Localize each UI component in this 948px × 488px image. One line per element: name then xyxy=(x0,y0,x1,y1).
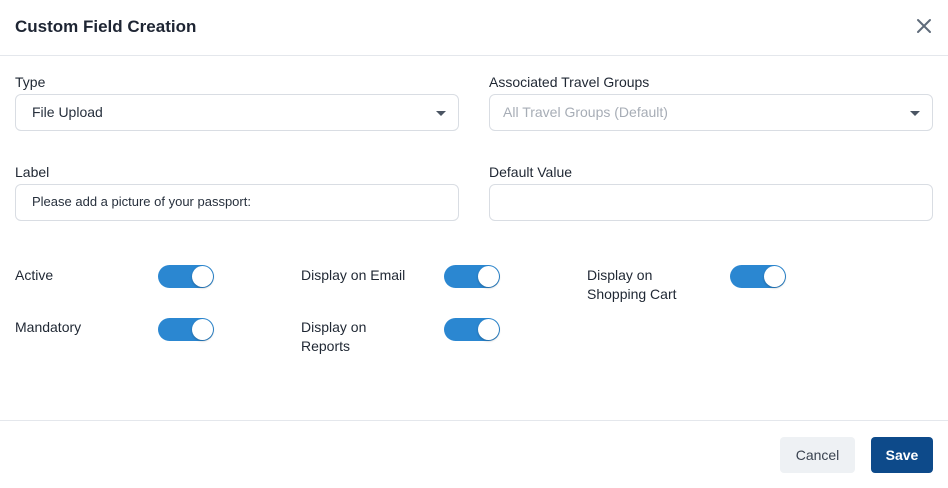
label-input-value: Please add a picture of your passport: xyxy=(32,194,251,209)
toggle-knob xyxy=(192,319,213,340)
default-value-input[interactable] xyxy=(489,184,933,221)
label-input[interactable]: Please add a picture of your passport: xyxy=(15,184,459,221)
display-reports-toggle[interactable] xyxy=(444,318,500,341)
dialog-title: Custom Field Creation xyxy=(15,17,197,36)
close-button[interactable] xyxy=(912,14,936,38)
close-icon xyxy=(917,19,931,33)
caret-down-icon xyxy=(436,111,446,116)
label-field-label: Label xyxy=(15,164,50,180)
toggle-knob xyxy=(478,266,499,287)
toggle-knob xyxy=(192,266,213,287)
toggle-knob xyxy=(478,319,499,340)
mandatory-label: Mandatory xyxy=(15,319,82,335)
custom-field-dialog: Custom Field Creation Type File Upload A… xyxy=(0,0,948,488)
display-cart-toggle[interactable] xyxy=(730,265,786,288)
save-button[interactable]: Save xyxy=(871,437,933,473)
default-value-label: Default Value xyxy=(489,164,573,180)
toggle-knob xyxy=(764,266,785,287)
mandatory-toggle[interactable] xyxy=(158,318,214,341)
type-select-value: File Upload xyxy=(32,104,103,120)
display-email-label: Display on Email xyxy=(301,267,406,283)
cancel-button[interactable]: Cancel xyxy=(780,437,855,473)
dialog-header: Custom Field Creation xyxy=(0,0,948,56)
display-cart-label: Display on Shopping Cart xyxy=(587,267,677,302)
travel-groups-label: Associated Travel Groups xyxy=(489,74,650,90)
display-reports-label: Display on Reports xyxy=(301,319,367,354)
travel-groups-select[interactable]: All Travel Groups (Default) xyxy=(489,94,933,131)
dialog-footer: Cancel Save xyxy=(0,420,948,488)
caret-down-icon xyxy=(910,111,920,116)
type-select[interactable]: File Upload xyxy=(15,94,459,131)
travel-groups-placeholder: All Travel Groups (Default) xyxy=(503,104,668,120)
active-toggle[interactable] xyxy=(158,265,214,288)
active-label: Active xyxy=(15,267,54,283)
display-email-toggle[interactable] xyxy=(444,265,500,288)
type-label: Type xyxy=(15,74,46,90)
